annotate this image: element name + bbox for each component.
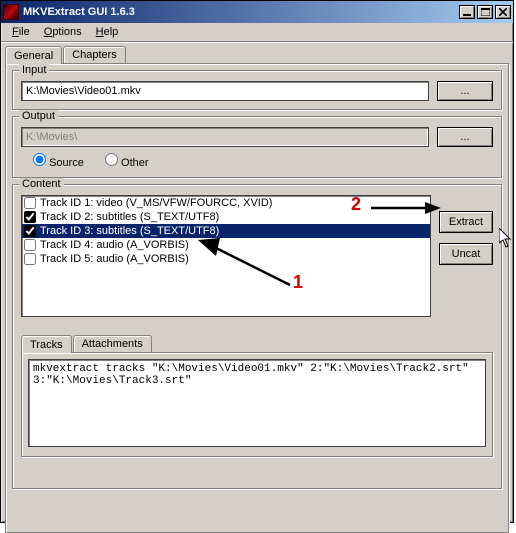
- track-label: Track ID 2: subtitles (S_TEXT/UTF8): [40, 211, 219, 223]
- track-row[interactable]: Track ID 4: audio (A_VORBIS): [22, 238, 430, 252]
- track-label: Track ID 1: video (V_MS/VFW/FOURCC, XVID…: [40, 197, 272, 209]
- track-list[interactable]: Track ID 1: video (V_MS/VFW/FOURCC, XVID…: [21, 195, 431, 317]
- track-label: Track ID 4: audio (A_VORBIS): [40, 239, 189, 251]
- inner-tab-tracks[interactable]: Tracks: [21, 335, 72, 353]
- input-browse-button[interactable]: ...: [437, 81, 493, 101]
- window-title: MKVExtract GUI 1.6.3: [23, 6, 459, 18]
- app-icon: [3, 4, 19, 20]
- uncat-button[interactable]: Uncat: [439, 243, 493, 265]
- inner-tabs: Tracks Attachments: [21, 335, 493, 352]
- extract-button[interactable]: Extract: [439, 211, 493, 233]
- group-content-title: Content: [19, 178, 64, 190]
- track-row[interactable]: Track ID 5: audio (A_VORBIS): [22, 252, 430, 266]
- track-checkbox[interactable]: [24, 239, 36, 251]
- menu-options-label: ptions: [52, 26, 81, 38]
- inner-panel-tracks: mkvextract tracks "K:\Movies\Video01.mkv…: [21, 352, 493, 457]
- menu-help[interactable]: Help: [89, 24, 126, 40]
- output-browse-button[interactable]: ...: [437, 127, 493, 147]
- minimize-icon: [463, 8, 471, 16]
- cursor-icon: [499, 228, 513, 248]
- input-path-field[interactable]: [21, 81, 429, 101]
- tab-general[interactable]: General: [5, 46, 62, 64]
- app-window: MKVExtract GUI 1.6.3 File Options Help G…: [0, 0, 514, 523]
- track-checkbox[interactable]: [24, 225, 36, 237]
- close-button[interactable]: [495, 5, 511, 19]
- track-label: Track ID 5: audio (A_VORBIS): [40, 253, 189, 265]
- tab-panel-general: Input ... Output ... Source Other: [5, 63, 509, 533]
- maximize-button[interactable]: [477, 5, 493, 19]
- track-checkbox[interactable]: [24, 211, 36, 223]
- track-row[interactable]: Track ID 2: subtitles (S_TEXT/UTF8): [22, 210, 430, 224]
- track-checkbox[interactable]: [24, 253, 36, 265]
- track-checkbox[interactable]: [24, 197, 36, 209]
- output-path-field[interactable]: [21, 127, 429, 147]
- main-tabs: General Chapters: [1, 46, 513, 63]
- group-input-title: Input: [19, 64, 49, 76]
- maximize-icon: [481, 8, 490, 16]
- menu-file-label: ile: [19, 26, 30, 38]
- track-row[interactable]: Track ID 1: video (V_MS/VFW/FOURCC, XVID…: [22, 196, 430, 210]
- group-input: Input ...: [12, 70, 502, 110]
- group-content: Content Track ID 1: video (V_MS/VFW/FOUR…: [12, 184, 502, 489]
- group-output: Output ... Source Other: [12, 116, 502, 178]
- close-icon: [499, 8, 507, 16]
- group-output-title: Output: [19, 110, 58, 122]
- menu-file[interactable]: File: [5, 24, 37, 40]
- titlebar: MKVExtract GUI 1.6.3: [1, 1, 513, 23]
- track-label: Track ID 3: subtitles (S_TEXT/UTF8): [40, 225, 219, 237]
- command-output[interactable]: mkvextract tracks "K:\Movies\Video01.mkv…: [28, 359, 486, 447]
- menu-options[interactable]: Options: [37, 24, 89, 40]
- radio-source[interactable]: Source: [33, 157, 84, 169]
- track-row[interactable]: Track ID 3: subtitles (S_TEXT/UTF8): [22, 224, 430, 238]
- menu-help-label: elp: [104, 26, 119, 38]
- tab-chapters[interactable]: Chapters: [63, 46, 126, 63]
- minimize-button[interactable]: [459, 5, 475, 19]
- inner-tab-attachments[interactable]: Attachments: [73, 335, 152, 352]
- menubar: File Options Help: [1, 23, 513, 42]
- radio-other[interactable]: Other: [105, 157, 149, 169]
